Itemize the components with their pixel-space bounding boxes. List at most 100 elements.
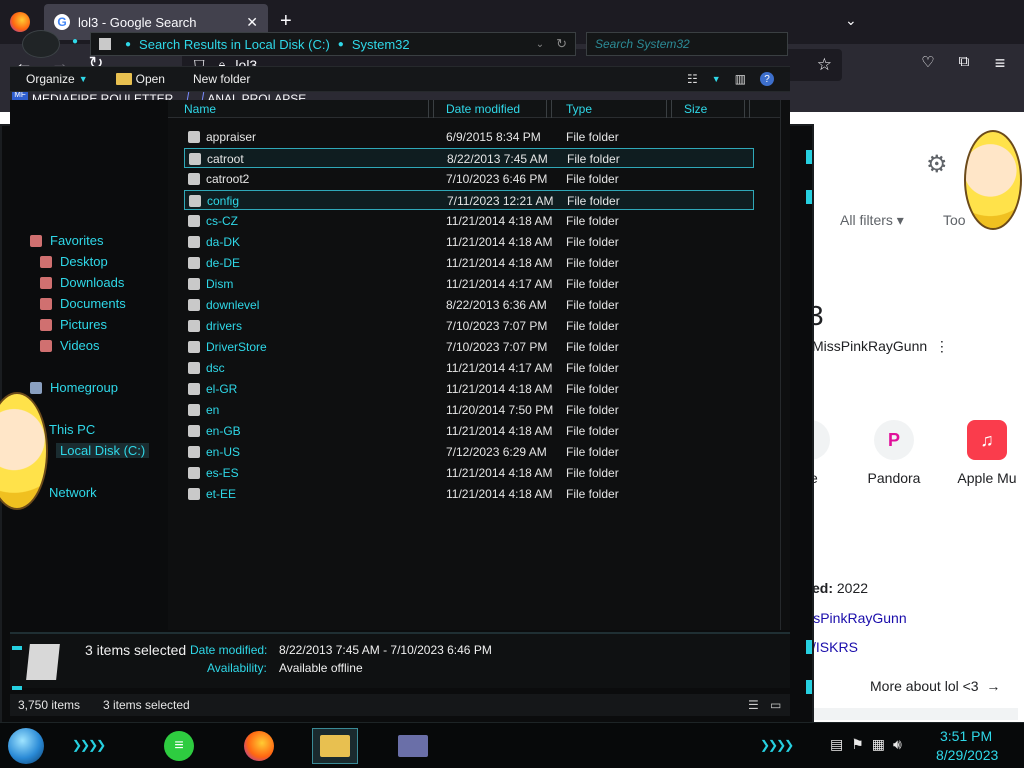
pocket-icon[interactable]: ♡ (915, 53, 941, 71)
nav-this-pc[interactable]: This PC (49, 422, 95, 437)
breadcrumb-system32[interactable]: System32 (352, 37, 410, 52)
table-row[interactable]: el-GR 11/21/2014 4:18 AM File folder (184, 379, 754, 399)
nav-videos[interactable]: Videos (40, 338, 100, 353)
table-row[interactable]: en-GB 11/21/2014 4:18 AM File folder (184, 421, 754, 441)
file-date: 8/22/2013 7:45 AM (447, 152, 548, 166)
folder-icon (188, 467, 200, 479)
nav-pictures[interactable]: Pictures (40, 317, 107, 332)
help-icon[interactable]: ? (760, 72, 774, 86)
view-dropdown-icon[interactable]: ▼ (712, 74, 721, 84)
listen-app-apple-music[interactable]: ♫ Apple Mu (950, 420, 1024, 486)
table-row[interactable]: dsc 11/21/2014 4:17 AM File folder (184, 358, 754, 378)
horizontal-scrollbar[interactable] (808, 708, 1018, 720)
table-row[interactable]: catroot 8/22/2013 7:45 AM File folder (184, 148, 754, 168)
album-link[interactable]: /ISKRS (812, 639, 858, 655)
list-tabs-chevron-icon[interactable]: ⌄ (845, 12, 857, 29)
bookmark-star-icon[interactable]: ☆ (817, 55, 832, 75)
organize-button[interactable]: Organize ▼ (26, 72, 88, 86)
recent-pages-icon[interactable]: ● (72, 36, 78, 47)
column-date-modified[interactable]: Date modified (446, 102, 520, 116)
table-row[interactable]: de-DE 11/21/2014 4:18 AM File folder (184, 253, 754, 273)
change-view-icon[interactable]: ☷ (687, 72, 698, 86)
file-type: File folder (567, 152, 620, 166)
menu-icon[interactable]: ≡ (987, 53, 1013, 74)
notes-icon: ≡ (164, 731, 194, 761)
table-row[interactable]: config 7/11/2023 12:21 AM File folder (184, 190, 754, 210)
nav-downloads[interactable]: Downloads (40, 275, 124, 290)
nav-homegroup[interactable]: Homegroup (30, 380, 118, 395)
nav-network[interactable]: Network (49, 485, 97, 500)
file-name: Dism (206, 277, 234, 291)
column-type[interactable]: Type (566, 102, 592, 116)
address-dropdown-icon[interactable]: ⌄ (536, 39, 544, 50)
open-button[interactable]: Open (115, 72, 165, 86)
address-bar[interactable]: ● Search Results in Local Disk (C:) ● Sy… (90, 32, 576, 56)
preview-pane-icon[interactable]: ▥ (735, 72, 746, 86)
table-row[interactable]: DriverStore 7/10/2023 7:07 PM File folder (184, 337, 754, 357)
taskbar-file-explorer[interactable] (312, 728, 358, 764)
nav-documents[interactable]: Documents (40, 296, 126, 311)
taskbar-firefox[interactable] (236, 728, 282, 764)
firefox-view-icon[interactable] (10, 12, 30, 32)
action-center-flag-icon[interactable]: ⚑ (851, 736, 864, 753)
column-divider[interactable] (546, 100, 552, 118)
volume-icon[interactable]: 🔊︎ (893, 736, 902, 753)
date-modified-label: Date modified: (190, 643, 268, 657)
nav-desktop[interactable]: Desktop (40, 254, 108, 269)
extensions-icon[interactable]: ⧉ (951, 53, 977, 70)
close-tab-icon[interactable]: ✕ (246, 14, 258, 31)
taskbar-sticky-notes[interactable]: ≡ (156, 728, 202, 764)
file-date: 7/10/2023 7:07 PM (446, 319, 548, 333)
clock-date[interactable]: 8/29/2023 (936, 747, 998, 763)
column-name[interactable]: Name (184, 102, 216, 116)
vertical-scrollbar[interactable] (780, 100, 790, 630)
show-hidden-icons-icon[interactable]: ▤ (830, 736, 843, 753)
listen-app-pandora[interactable]: P Pandora (864, 420, 924, 486)
file-type: File folder (566, 424, 619, 438)
table-row[interactable]: cs-CZ 11/21/2014 4:18 AM File folder (184, 211, 754, 231)
large-icons-view-icon[interactable]: ▭ (770, 698, 781, 712)
refresh-icon[interactable]: ↻ (556, 36, 567, 52)
table-row[interactable]: en 11/20/2014 7:50 PM File folder (184, 400, 754, 420)
settings-gear-icon[interactable]: ⚙ (926, 150, 948, 179)
clock-time[interactable]: 3:51 PM (940, 728, 992, 744)
table-row[interactable]: es-ES 11/21/2014 4:18 AM File folder (184, 463, 754, 483)
search-input[interactable]: Search System32 (586, 32, 788, 56)
table-row[interactable]: appraiser 6/9/2015 8:34 PM File folder (184, 127, 754, 147)
artist-link[interactable]: lissPinkRayGunn (800, 610, 907, 626)
column-divider[interactable] (428, 100, 434, 118)
start-button[interactable] (8, 728, 44, 764)
table-row[interactable]: Dism 11/21/2014 4:17 AM File folder (184, 274, 754, 294)
table-row[interactable]: da-DK 11/21/2014 4:18 AM File folder (184, 232, 754, 252)
file-list: Name Date modified Type Size appraiser 6/… (168, 100, 780, 630)
new-folder-button[interactable]: New folder (193, 72, 250, 86)
nav-local-disk[interactable]: Local Disk (C:) (56, 443, 150, 458)
file-date: 11/21/2014 4:18 AM (446, 466, 553, 480)
table-row[interactable]: drivers 7/10/2023 7:07 PM File folder (184, 316, 754, 336)
taskbar-window[interactable] (390, 728, 436, 764)
file-type: File folder (566, 487, 619, 501)
column-size[interactable]: Size (684, 102, 707, 116)
nav-favorites[interactable]: Favorites (30, 233, 103, 248)
details-view-icon[interactable]: ☰ (748, 698, 759, 712)
file-type: File folder (566, 361, 619, 375)
all-filters-button[interactable]: All filters ▾ (840, 212, 904, 229)
file-date: 11/20/2014 7:50 PM (446, 403, 554, 417)
table-row[interactable]: catroot2 7/10/2023 6:46 PM File folder (184, 169, 754, 189)
file-name: es-ES (206, 466, 239, 480)
network-icon[interactable]: ▦ (872, 736, 885, 753)
file-date: 7/10/2023 7:07 PM (446, 340, 548, 354)
tools-button[interactable]: Too (943, 212, 966, 228)
back-forward-orb[interactable] (22, 30, 60, 58)
more-about-link[interactable]: More about lol <3 → (870, 678, 1000, 694)
new-tab-button[interactable]: + (280, 10, 292, 33)
table-row[interactable]: downlevel 8/22/2013 6:36 AM File folder (184, 295, 754, 315)
file-name: en-US (206, 445, 241, 459)
column-divider[interactable] (666, 100, 672, 118)
file-date: 7/10/2023 6:46 PM (446, 172, 548, 186)
documents-icon (40, 297, 52, 310)
column-divider[interactable] (744, 100, 750, 118)
table-row[interactable]: en-US 7/12/2023 6:29 AM File folder (184, 442, 754, 462)
breadcrumb-search-results[interactable]: Search Results in Local Disk (C:) (139, 37, 330, 52)
table-row[interactable]: et-EE 11/21/2014 4:18 AM File folder (184, 484, 754, 504)
